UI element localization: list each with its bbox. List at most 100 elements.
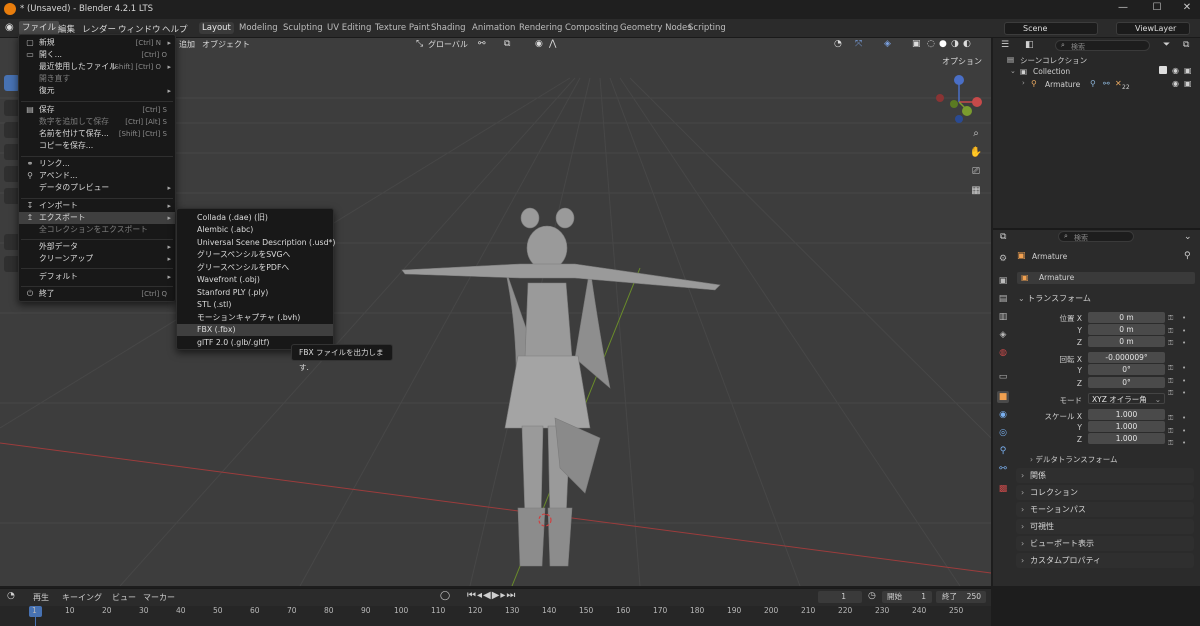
workspace-tab-sculpting[interactable]: Sculpting	[280, 22, 326, 34]
panel-visibility[interactable]: 可視性	[1016, 519, 1194, 534]
location-z-field[interactable]: 0 m	[1088, 336, 1165, 347]
object-data-tab-icon[interactable]: ⚲	[997, 445, 1009, 457]
zoom-icon[interactable]: ⌕	[968, 126, 984, 142]
timeline-editor-type-icon[interactable]: ◔	[7, 591, 15, 601]
properties-options-icon[interactable]: ⌄	[1184, 232, 1192, 242]
menu-item-link[interactable]: ⚭ リンク...	[19, 158, 175, 170]
close-button[interactable]: ✕	[1176, 2, 1198, 13]
xray-toggle-icon[interactable]: ▣	[912, 39, 921, 49]
export-usd[interactable]: Universal Scene Description (.usd*)	[177, 237, 335, 249]
scale-z-field[interactable]: 1.000	[1088, 433, 1165, 444]
export-stl[interactable]: STL (.stl)	[177, 299, 333, 311]
expand-collection-icon[interactable]: ⌄	[1010, 67, 1016, 75]
collection-label[interactable]: Collection	[1033, 67, 1070, 76]
properties-editor-type-icon[interactable]: ⧉	[1000, 232, 1006, 242]
workspace-tab-geometry-nodes[interactable]: Geometry Nodes	[617, 22, 695, 34]
workspace-tab-uv-editing[interactable]: UV Editing	[324, 22, 374, 34]
export-gpencil-pdf[interactable]: グリースペンシルをPDFへ	[177, 262, 333, 274]
editor-type-icon[interactable]: ☰	[1001, 40, 1009, 50]
menu-item-export[interactable]: ↥ エクスポート ▸	[19, 212, 175, 224]
workspace-tab-modeling[interactable]: Modeling	[236, 22, 281, 34]
world-tab-icon[interactable]: ◍	[997, 347, 1009, 359]
panel-motion-paths[interactable]: モーションパス	[1016, 502, 1194, 517]
menu-file[interactable]: ファイル	[19, 21, 60, 35]
export-fbx[interactable]: FBX (.fbx)	[177, 324, 333, 336]
location-x-field[interactable]: 0 m	[1088, 312, 1165, 323]
menu-item-save-as[interactable]: 名前を付けて保存... [Shift] [Ctrl] S	[19, 128, 175, 140]
export-obj[interactable]: Wavefront (.obj)	[177, 274, 333, 286]
export-collada[interactable]: Collada (.dae) (旧)	[177, 212, 333, 224]
collection-include-checkbox[interactable]	[1159, 66, 1167, 74]
texture-tab-icon[interactable]: ▩	[997, 483, 1009, 495]
viewport-menu-object[interactable]: オブジェクト	[202, 39, 250, 50]
workspace-tab-shading[interactable]: Shading	[428, 22, 469, 34]
properties-search-input[interactable]: ⌕ 検索	[1058, 231, 1134, 242]
location-y-field[interactable]: 0 m	[1088, 324, 1165, 335]
modifier-tab-icon[interactable]: ◉	[997, 409, 1009, 421]
panel-collections[interactable]: コレクション	[1016, 485, 1194, 500]
view-layer-selector[interactable]: ViewLayer	[1116, 22, 1190, 35]
lock-icon[interactable]: ⚿ ⚿ ⚿ ⚿ ⚿ ⚿ ⚿ ⚿ ⚿	[1168, 312, 1173, 450]
proportional-edit-icon[interactable]: ◉	[535, 39, 543, 49]
camera-view-icon[interactable]: ⎚	[968, 164, 984, 180]
orientation-icon[interactable]: ⤡	[416, 39, 423, 49]
current-frame-field[interactable]: 1	[818, 591, 862, 603]
shading-rendered-icon[interactable]: ◐	[963, 39, 971, 49]
viewport-menu-add[interactable]: 追加	[179, 39, 195, 50]
minimize-button[interactable]: —	[1112, 2, 1134, 13]
scale-x-field[interactable]: 1.000	[1088, 409, 1165, 420]
keying-menu[interactable]: キーイング	[62, 592, 102, 603]
menu-item-quit[interactable]: ⏻ 終了 [Ctrl] Q	[19, 288, 175, 300]
object-datablock-field[interactable]: ▣ Armature	[1017, 272, 1195, 284]
menu-item-open-recent[interactable]: 最近使用したファイル [Shift] [Ctrl] O ▸	[19, 61, 175, 73]
workspace-tab-layout[interactable]: Layout	[199, 22, 234, 34]
filter-icon[interactable]: ⏷	[1163, 40, 1170, 50]
keyframe-icon[interactable]: • • • • • • • • •	[1182, 312, 1186, 450]
start-frame-field[interactable]: 開始 1	[882, 591, 932, 603]
export-bvh[interactable]: モーションキャプチャ (.bvh)	[177, 312, 333, 324]
view-menu[interactable]: ビュー	[112, 592, 136, 603]
delta-transform-panel[interactable]: › デルタトランスフォーム	[1030, 454, 1118, 465]
scene-selector[interactable]: Scene	[1004, 22, 1098, 35]
armature-visibility-eye-icon[interactable]: ◉	[1172, 79, 1179, 88]
armature-label[interactable]: Armature	[1045, 80, 1080, 89]
falloff-icon[interactable]: ⋀	[549, 39, 556, 49]
armature-render-camera-icon[interactable]: ▣	[1184, 79, 1192, 88]
pivot-icon[interactable]: ⚯	[478, 39, 486, 49]
gizmo-toggle-icon[interactable]: ⤧	[855, 39, 862, 49]
menu-item-append[interactable]: ⚲ アペンド...	[19, 170, 175, 182]
outliner-search-input[interactable]: ⌕ 検索	[1055, 40, 1150, 51]
display-mode-icon[interactable]: ◧	[1025, 40, 1034, 50]
panel-custom-properties[interactable]: カスタムプロパティ	[1016, 553, 1194, 568]
viewport-options-button[interactable]: オプション	[942, 56, 982, 67]
rotation-y-field[interactable]: 0°	[1088, 364, 1165, 375]
view-layer-tab-icon[interactable]: ▥	[997, 311, 1009, 323]
collection-visibility-eye-icon[interactable]: ◉	[1172, 66, 1179, 75]
menu-item-cleanup[interactable]: クリーンアップ ▸	[19, 253, 175, 265]
rotation-mode-dropdown[interactable]: XYZ オイラー角 ⌄	[1088, 393, 1165, 404]
menu-item-open[interactable]: ▭ 開く... [Ctrl] O	[19, 49, 175, 61]
playback-menu[interactable]: 再生	[33, 592, 49, 603]
marker-menu[interactable]: マーカー	[143, 592, 175, 603]
blender-menu-icon[interactable]: ◉	[5, 22, 14, 33]
export-gpencil-svg[interactable]: グリースペンシルをSVGへ	[177, 249, 333, 261]
expand-armature-icon[interactable]: ›	[1022, 79, 1025, 87]
transform-panel-header[interactable]: ⌄ トランスフォーム	[1018, 293, 1091, 304]
menu-item-data-previews[interactable]: データのプレビュー ▸	[19, 182, 175, 194]
menu-item-import[interactable]: ↧ インポート ▸	[19, 200, 175, 212]
physics-tab-icon[interactable]: ◎	[997, 427, 1009, 439]
collection-render-camera-icon[interactable]: ▣	[1184, 66, 1192, 75]
rotation-z-field[interactable]: 0°	[1088, 377, 1165, 388]
preview-range-icon[interactable]: ◷	[868, 591, 876, 601]
pin-icon[interactable]: ⚲	[1184, 251, 1191, 261]
workspace-tab-texture-paint[interactable]: Texture Paint	[372, 22, 433, 34]
menu-item-save-copy[interactable]: コピーを保存...	[19, 140, 175, 152]
panel-relations[interactable]: 関係	[1016, 468, 1194, 483]
output-tab-icon[interactable]: ▤	[997, 293, 1009, 305]
ortho-grid-icon[interactable]: ▦	[968, 183, 984, 199]
outliner[interactable]: ☰ ◧ ⌕ 検索 ⏷ ⧉ ▤ シーンコレクション ⌄ ▣ Collection …	[993, 38, 1200, 228]
workspace-tab-rendering[interactable]: Rendering	[516, 22, 565, 34]
timeline-scrubber[interactable]: 1 10 20 30 40 50 60 70 80 90 100 110 120…	[0, 606, 991, 626]
workspace-tab-scripting[interactable]: Scripting	[685, 22, 729, 34]
visibility-icon[interactable]: ◔	[834, 39, 842, 49]
